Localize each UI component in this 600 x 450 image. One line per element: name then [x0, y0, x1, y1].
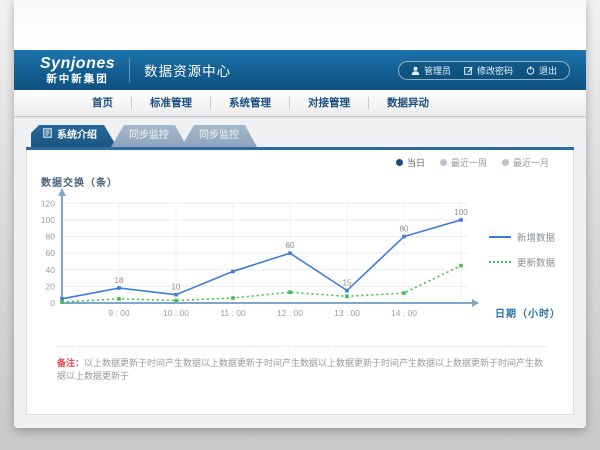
radio-today[interactable]: 当日 [396, 156, 425, 169]
brand-logo: Synjones 新中新集团 [40, 56, 115, 85]
desktop-background: Synjones 新中新集团 数据资源中心 管理员 修改密码 [0, 0, 600, 450]
change-password-label: 修改密码 [477, 64, 513, 77]
app-window: Synjones 新中新集团 数据资源中心 管理员 修改密码 [14, 0, 586, 428]
tab-label: 同步监控 [199, 130, 239, 141]
svg-text:120: 120 [41, 198, 55, 208]
radio-dot-icon [440, 159, 447, 166]
power-icon [526, 66, 535, 75]
svg-text:18: 18 [115, 276, 124, 285]
admin-user-label: 管理员 [424, 64, 451, 77]
window-top-spacer [14, 0, 586, 50]
legend-label: 新增数据 [517, 230, 555, 244]
legend-item-updated-data[interactable]: 更新数据 [489, 255, 555, 269]
svg-text:11 : 00: 11 : 00 [220, 308, 246, 318]
svg-text:10 : 00: 10 : 00 [163, 308, 189, 318]
svg-text:9 : 00: 9 : 00 [108, 308, 130, 318]
document-icon [43, 125, 52, 147]
time-range-selector: 当日 最近一周 最近一月 [396, 156, 549, 169]
svg-text:80: 80 [46, 232, 56, 242]
nav-item-standard-mgmt[interactable]: 标准管理 [132, 90, 210, 117]
svg-text:100: 100 [454, 208, 468, 217]
chart-panel: 当日 最近一周 最近一月 数据交换（条） 0204060801001209 : … [26, 150, 574, 415]
tab-bar: 系统介绍 同步监控 同步监控 [26, 125, 574, 147]
svg-text:40: 40 [46, 265, 56, 275]
radio-dot-icon [502, 159, 509, 166]
svg-text:12 : 00: 12 : 00 [277, 308, 303, 318]
content-area: 系统介绍 同步监控 同步监控 当日 最近一 [14, 117, 586, 428]
page-title: 数据资源中心 [144, 60, 231, 80]
line-chart: 0 20 40 60 80 100 120 9 : 00 10 : 00 11 : 00 12 : … [27, 186, 507, 336]
footnote-prefix: 备注： [57, 358, 84, 368]
nav-item-system-mgmt[interactable]: 系统管理 [211, 90, 289, 117]
svg-text:13 : 00: 13 : 00 [334, 308, 360, 318]
legend-item-new-data[interactable]: 新增数据 [489, 230, 555, 244]
main-nav: 首页 标准管理 系统管理 对接管理 数据异动 [14, 90, 586, 117]
brand-name: Synjones [40, 56, 115, 72]
radio-dot-icon [396, 159, 403, 166]
svg-text:14 : 00: 14 : 00 [391, 308, 417, 318]
svg-text:100: 100 [41, 215, 55, 225]
svg-text:60: 60 [46, 248, 56, 258]
edit-icon [464, 66, 473, 75]
brand-subtitle: 新中新集团 [40, 74, 115, 85]
app-header: Synjones 新中新集团 数据资源中心 管理员 修改密码 [14, 50, 586, 90]
tab-sync-monitor-1[interactable]: 同步监控 [111, 125, 187, 147]
nav-item-home[interactable]: 首页 [74, 90, 131, 117]
legend-line-swatch [489, 261, 511, 263]
svg-text:80: 80 [400, 225, 409, 234]
logout-button[interactable]: 退出 [526, 64, 557, 77]
radio-last-month[interactable]: 最近一月 [502, 156, 549, 169]
nav-item-data-change[interactable]: 数据异动 [369, 90, 447, 117]
svg-text:15: 15 [343, 279, 352, 288]
tab-system-intro[interactable]: 系统介绍 [31, 125, 117, 147]
svg-text:0: 0 [50, 298, 55, 308]
user-toolbar: 管理员 修改密码 退出 [398, 61, 570, 80]
svg-text:10: 10 [172, 283, 181, 292]
chart-legend: 新增数据 更新数据 [489, 230, 555, 269]
nav-item-interface-mgmt[interactable]: 对接管理 [290, 90, 368, 117]
legend-label: 更新数据 [517, 255, 555, 269]
radio-last-week[interactable]: 最近一周 [440, 156, 487, 169]
tab-sync-monitor-2[interactable]: 同步监控 [181, 125, 257, 147]
footnote-text: 以上数据更新于时间产生数据以上数据更新于时间产生数据以上数据更新于时间产生数据以… [57, 358, 543, 381]
user-icon [411, 66, 420, 75]
tab-label: 同步监控 [129, 130, 169, 141]
svg-text:60: 60 [286, 241, 295, 250]
logout-label: 退出 [539, 64, 557, 77]
tab-label: 系统介绍 [57, 125, 97, 147]
admin-user-button[interactable]: 管理员 [411, 64, 451, 77]
x-axis-title: 日期（小时） [495, 305, 561, 320]
change-password-button[interactable]: 修改密码 [464, 64, 513, 77]
header-divider [129, 58, 130, 82]
footnote: 备注：以上数据更新于时间产生数据以上数据更新于时间产生数据以上数据更新于时间产生… [57, 346, 547, 382]
svg-text:20: 20 [46, 281, 56, 291]
legend-line-swatch [489, 236, 511, 238]
